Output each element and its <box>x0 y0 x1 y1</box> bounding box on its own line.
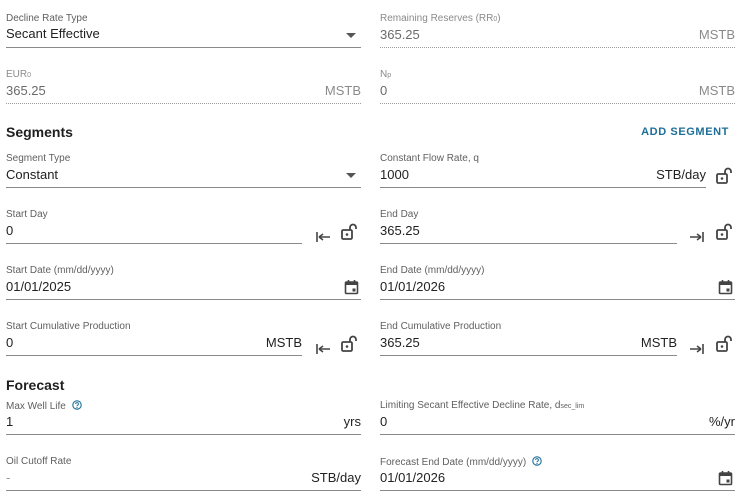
help-circle-icon[interactable] <box>71 400 82 410</box>
end-cum-production-input[interactable]: 365.25 <box>380 335 420 351</box>
segment-type-value: Constant <box>6 167 59 182</box>
start-day-field[interactable]: Start Day 0 <box>6 209 302 245</box>
constant-flow-rate-field[interactable]: Constant Flow Rate, q 1000 STB/day <box>380 153 706 189</box>
end-day-input[interactable]: 365.25 <box>380 223 420 239</box>
end-cum-production-label: End Cumulative Production <box>380 321 502 332</box>
field-underline <box>380 434 735 435</box>
constant-flow-rate-unit: STB/day <box>656 167 706 182</box>
np-label: Np <box>380 69 392 80</box>
remaining-reserves-label: Remaining Reserves (RR0) <box>380 13 501 24</box>
arrow-bar-left-icon[interactable] <box>315 342 331 356</box>
limiting-decline-rate-label: Limiting Secant Effective Decline Rate, … <box>380 400 585 411</box>
field-underline <box>380 299 735 300</box>
limiting-decline-rate-unit: %/yr <box>709 414 735 429</box>
forecast-heading: Forecast <box>6 377 65 393</box>
decline-rate-type-value: Secant Effective <box>6 26 100 41</box>
lock-open-icon[interactable] <box>716 223 732 241</box>
arrow-bar-left-icon[interactable] <box>315 230 331 244</box>
add-segment-button[interactable]: ADD SEGMENT <box>641 126 729 138</box>
remaining-reserves-unit: MSTB <box>698 27 735 42</box>
field-underline <box>380 103 735 104</box>
start-date-input[interactable]: 01/01/2025 <box>6 279 71 295</box>
limiting-decline-rate-input[interactable]: 0 <box>380 414 387 430</box>
select-underline <box>6 187 361 188</box>
lock-open-icon[interactable] <box>341 223 357 241</box>
field-underline <box>6 355 302 356</box>
help-circle-icon[interactable] <box>532 456 542 466</box>
segment-type-label: Segment Type <box>6 153 71 164</box>
max-well-life-field[interactable]: Max Well Life 1 yrs <box>6 400 361 436</box>
end-day-label: End Day <box>380 209 419 220</box>
np-unit: MSTB <box>698 83 735 98</box>
remaining-reserves-value: 365.25 <box>380 27 420 42</box>
start-day-input[interactable]: 0 <box>6 223 13 239</box>
np-value: 0 <box>380 83 388 98</box>
max-well-life-unit: yrs <box>343 414 361 429</box>
eur-unit: MSTB <box>324 83 361 98</box>
start-cum-production-unit: MSTB <box>265 335 302 350</box>
select-underline <box>6 47 361 48</box>
lock-open-icon[interactable] <box>716 167 732 185</box>
end-cum-production-field[interactable]: End Cumulative Production 365.25 MSTB <box>380 321 677 357</box>
chevron-down-icon[interactable] <box>345 31 357 39</box>
start-day-label: Start Day <box>6 209 48 220</box>
chevron-down-icon[interactable] <box>345 171 357 179</box>
start-cum-production-field[interactable]: Start Cumulative Production 0 MSTB <box>6 321 302 357</box>
end-date-label: End Date (mm/dd/yyyy) <box>380 265 485 276</box>
field-underline <box>380 490 735 491</box>
decline-rate-type-label: Decline Rate Type <box>6 13 88 24</box>
max-well-life-input[interactable]: 1 <box>6 414 13 430</box>
start-cum-production-label: Start Cumulative Production <box>6 321 131 332</box>
arrow-bar-right-icon[interactable] <box>689 342 705 356</box>
field-underline <box>380 47 735 48</box>
decline-rate-type-select[interactable]: Decline Rate Type Secant Effective <box>6 13 361 49</box>
start-date-field[interactable]: Start Date (mm/dd/yyyy) 01/01/2025 <box>6 265 361 301</box>
lock-open-icon[interactable] <box>341 335 357 353</box>
start-cum-production-input[interactable]: 0 <box>6 335 13 351</box>
calendar-icon[interactable] <box>718 470 733 486</box>
end-day-field[interactable]: End Day 365.25 <box>380 209 677 245</box>
forecast-end-date-input[interactable]: 01/01/2026 <box>380 470 445 486</box>
forecast-end-date-label: Forecast End Date (mm/dd/yyyy) <box>380 456 542 469</box>
calendar-icon[interactable] <box>344 279 359 295</box>
field-underline <box>6 243 302 244</box>
field-underline <box>6 490 361 491</box>
end-date-input[interactable]: 01/01/2026 <box>380 279 445 295</box>
np-field: Np 0 MSTB <box>380 69 735 105</box>
field-underline <box>380 355 677 356</box>
constant-flow-rate-label: Constant Flow Rate, q <box>380 153 479 164</box>
start-date-label: Start Date (mm/dd/yyyy) <box>6 265 114 276</box>
end-date-field[interactable]: End Date (mm/dd/yyyy) 01/01/2026 <box>380 265 735 301</box>
eur-value: 365.25 <box>6 83 46 98</box>
field-underline <box>6 434 361 435</box>
oil-cutoff-rate-field[interactable]: Oil Cutoff Rate - STB/day <box>6 456 361 492</box>
constant-flow-rate-input[interactable]: 1000 <box>380 167 409 183</box>
field-underline <box>6 103 361 104</box>
oil-cutoff-rate-unit: STB/day <box>311 470 361 485</box>
eur-label: EUR0 <box>6 69 32 80</box>
oil-cutoff-rate-input[interactable]: - <box>6 470 10 486</box>
field-underline <box>380 187 706 188</box>
end-cum-production-unit: MSTB <box>640 335 677 350</box>
segments-heading: Segments <box>6 124 73 140</box>
segment-type-select[interactable]: Segment Type Constant <box>6 153 361 189</box>
calendar-icon[interactable] <box>718 279 733 295</box>
max-well-life-label: Max Well Life <box>6 400 82 413</box>
arrow-bar-right-icon[interactable] <box>689 230 705 244</box>
oil-cutoff-rate-label: Oil Cutoff Rate <box>6 456 72 467</box>
eur-field: EUR0 365.25 MSTB <box>6 69 361 105</box>
field-underline <box>380 243 677 244</box>
field-underline <box>6 299 361 300</box>
remaining-reserves-field: Remaining Reserves (RR0) 365.25 MSTB <box>380 13 735 49</box>
lock-open-icon[interactable] <box>716 335 732 353</box>
forecast-end-date-field[interactable]: Forecast End Date (mm/dd/yyyy) 01/01/202… <box>380 456 735 492</box>
limiting-decline-rate-field[interactable]: Limiting Secant Effective Decline Rate, … <box>380 400 735 436</box>
